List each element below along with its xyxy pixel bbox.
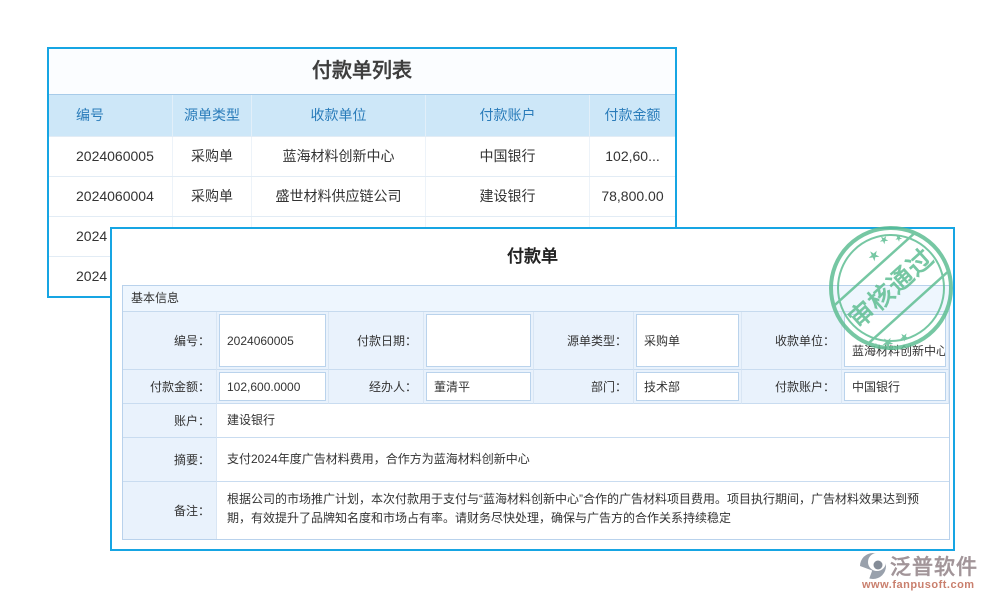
remark-value[interactable]: 根据公司的市场推广计划，本次付款用于支付与“蓝海材料创新中心”合作的广告材料项目…: [217, 482, 949, 539]
field-department: 技术部: [634, 370, 742, 404]
field-label-pay-amount: 付款金额：: [123, 370, 217, 404]
table-cell: 采购单: [173, 177, 252, 216]
table-cell: 蓝海材料创新中心: [252, 137, 426, 176]
table-row[interactable]: 2024060005采购单蓝海材料创新中心中国银行102,60...: [49, 136, 675, 176]
field-label-pay-date: 付款日期：: [329, 312, 424, 370]
list-title: 付款单列表: [49, 49, 675, 94]
approval-stamp: 审核通过 ★ ★ ★ ★ ★ ★: [826, 223, 956, 353]
list-header-row: 编号源单类型收款单位付款账户付款金额: [49, 94, 675, 136]
pay-date-input[interactable]: [426, 314, 531, 367]
brand-name: 泛普软件: [890, 551, 978, 581]
fanpu-logo-icon: [858, 551, 888, 581]
account-value[interactable]: 建设银行: [217, 404, 949, 438]
screen: 付款单列表 编号源单类型收款单位付款账户付款金额 2024060005采购单蓝海…: [0, 0, 1000, 600]
field-label-pay-account: 付款账户：: [742, 370, 842, 404]
table-cell: 78,800.00: [590, 177, 675, 216]
field-label-summary: 摘要：: [123, 438, 217, 482]
field-label-number: 编号：: [123, 312, 217, 370]
table-cell: 采购单: [173, 137, 252, 176]
list-column-header: 付款账户: [426, 95, 590, 136]
field-label-remark: 备注：: [123, 482, 217, 539]
table-cell: 2024060005: [49, 137, 173, 176]
field-label-account: 账户：: [123, 404, 217, 438]
brand-url: www.fanpusoft.com: [858, 579, 978, 591]
brand-footer: 泛普软件 www.fanpusoft.com: [858, 551, 978, 591]
source-type-input[interactable]: 采购单: [636, 314, 739, 367]
summary-value[interactable]: 支付2024年度广告材料费用，合作方为蓝海材料创新中心: [217, 438, 949, 482]
table-cell: 建设银行: [426, 177, 590, 216]
pay-account-input[interactable]: 中国银行: [844, 372, 946, 401]
table-cell: 中国银行: [426, 137, 590, 176]
list-column-header: 源单类型: [173, 95, 252, 136]
department-input[interactable]: 技术部: [636, 372, 739, 401]
field-pay-account: 中国银行: [842, 370, 949, 404]
table-cell: 盛世材料供应链公司: [252, 177, 426, 216]
field-pay-date: [424, 312, 534, 370]
table-row[interactable]: 2024060004采购单盛世材料供应链公司建设银行78,800.00: [49, 176, 675, 216]
handler-input[interactable]: 董清平: [426, 372, 531, 401]
list-column-header: 付款金额: [590, 95, 675, 136]
table-cell: 102,60...: [590, 137, 675, 176]
list-column-header: 编号: [49, 95, 173, 136]
field-label-handler: 经办人：: [329, 370, 424, 404]
list-column-header: 收款单位: [252, 95, 426, 136]
field-label-source-type: 源单类型：: [534, 312, 634, 370]
field-label-department: 部门：: [534, 370, 634, 404]
field-number: 2024060005: [217, 312, 329, 370]
field-source-type: 采购单: [634, 312, 742, 370]
table-cell: 2024060004: [49, 177, 173, 216]
number-input[interactable]: 2024060005: [219, 314, 326, 367]
stamp-text: 审核通过: [843, 243, 940, 334]
field-pay-amount: 102,600.0000: [217, 370, 329, 404]
pay-amount-input[interactable]: 102,600.0000: [219, 372, 326, 401]
field-handler: 董清平: [424, 370, 534, 404]
